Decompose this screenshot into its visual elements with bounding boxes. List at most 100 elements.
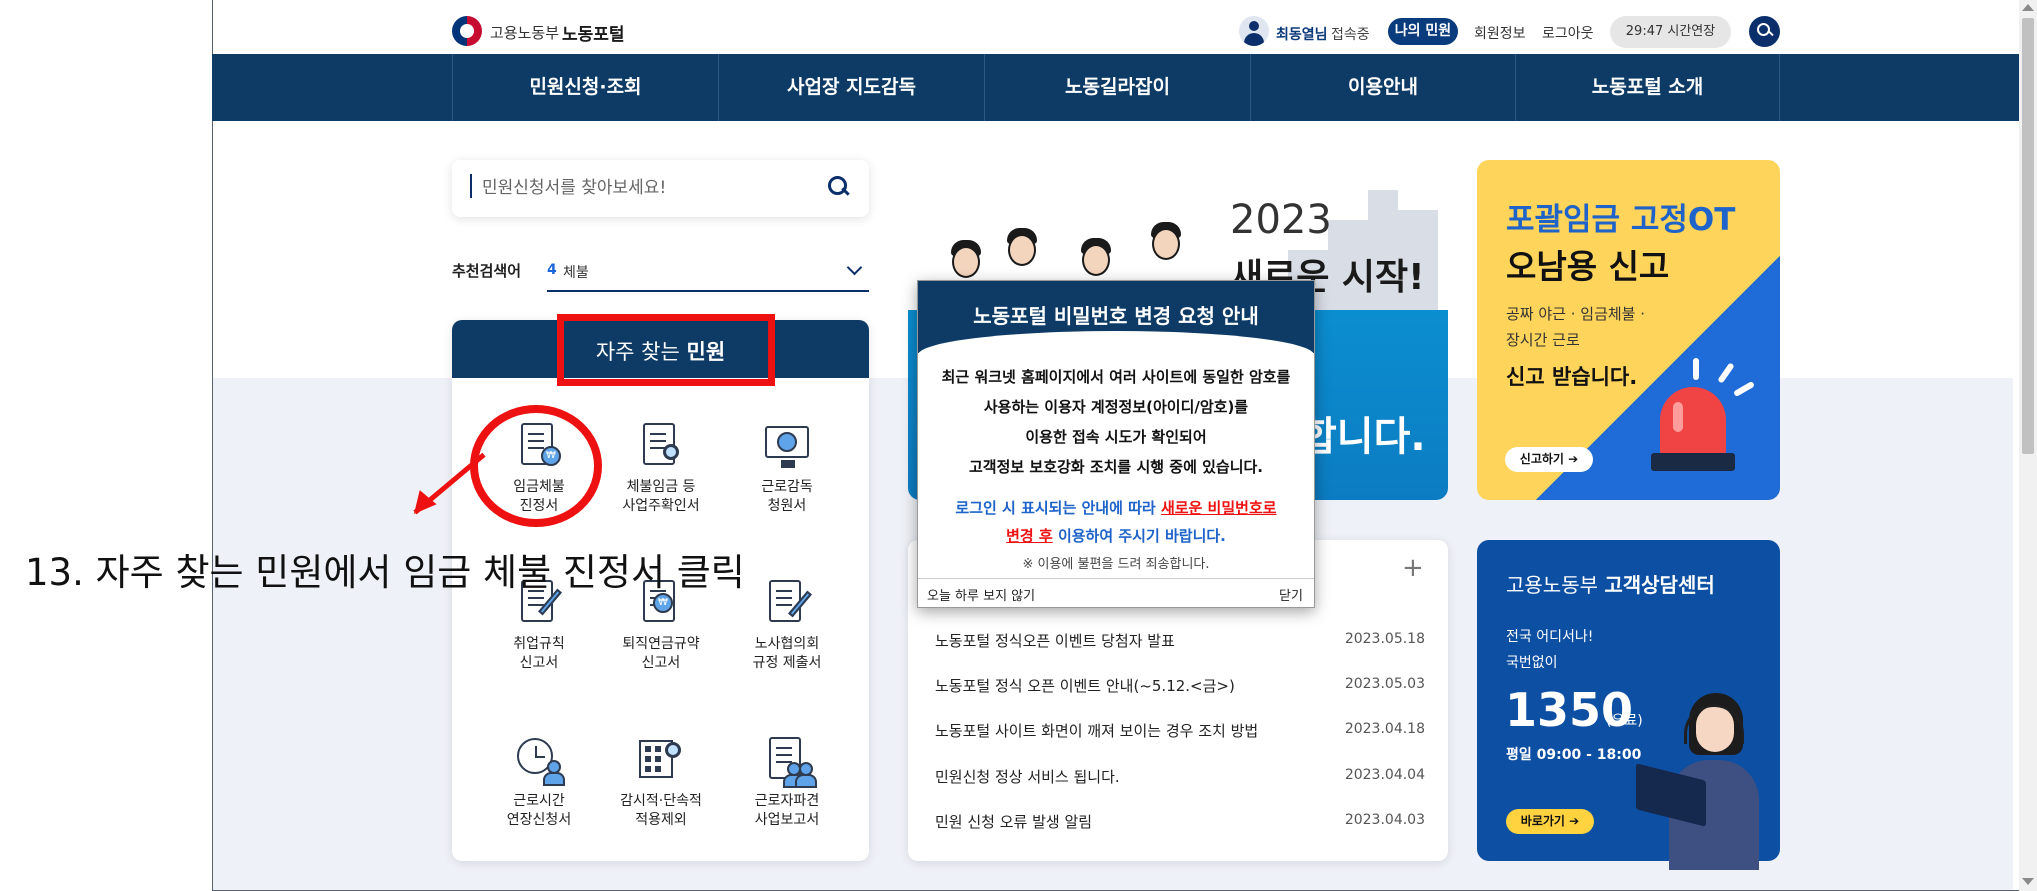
popup-close-button[interactable]: 닫기 (1279, 585, 1303, 604)
notice-row[interactable]: 노동포털 정식오픈 이벤트 당첨자 발표 2023.05.18 (935, 630, 1425, 654)
call-center-title-prefix: 고용노동부 (1506, 573, 1598, 597)
building-search-icon (635, 734, 687, 786)
popup-title: 노동포털 비밀번호 변경 요청 안내 (973, 304, 1259, 328)
clock-person-icon (513, 734, 565, 786)
recommended-keywords-dropdown[interactable] (547, 252, 869, 292)
service-label: 체불임금 등 사업주확인서 (622, 479, 700, 514)
siren-shine (1673, 402, 1683, 432)
header-search-button[interactable] (1749, 16, 1780, 47)
call-center-go-button[interactable]: 바로가기 ➔ (1506, 809, 1594, 834)
scrollbar-thumb[interactable] (2022, 18, 2034, 454)
recommended-keyword-rank: 4 (547, 262, 557, 278)
monitor-icon (761, 420, 813, 472)
call-center-sub1: 전국 어디서나! (1506, 629, 1594, 645)
popup-instruction-emphasis: 새로운 비밀번호로 (1160, 499, 1277, 517)
notice-title[interactable]: 노동포털 정식 오픈 이벤트 안내(~5.12.<금>) (935, 675, 1235, 696)
notice-date: 2023.04.18 (1344, 721, 1425, 737)
call-center-hours: 평일 09:00 - 18:00 (1506, 747, 1642, 763)
service-label: 근로시간 연장신청서 (506, 793, 572, 828)
popup-hide-today-link[interactable]: 오늘 하루 보지 않기 (927, 585, 1035, 604)
notice-title[interactable]: 민원신청 정상 서비스 됩니다. (935, 766, 1120, 787)
ot-banner-cta: 신고 받습니다. (1506, 365, 1638, 389)
logo-portal-name[interactable]: 노동포털 (562, 20, 625, 45)
search-icon (1757, 23, 1773, 39)
service-inspection-petition[interactable]: 근로감독 청원서 (722, 420, 852, 516)
call-center-title: 고용노동부 고객상담센터 (1506, 569, 1715, 598)
popup-instruction-emphasis: 변경 후 (1006, 527, 1053, 545)
service-surveillance-exemption[interactable]: 감시적·단속적 적용제외 (596, 734, 726, 830)
nav-item-usage-guide[interactable]: 이용안내 (1250, 54, 1515, 121)
service-label: 노사협의회 규정 제출서 (752, 636, 822, 671)
text-cursor (470, 174, 472, 198)
petition-search-input[interactable] (482, 176, 802, 200)
service-label: 감시적·단속적 적용제외 (620, 793, 702, 828)
popup-line: 이용한 접속 시도가 확인되어 (1025, 428, 1207, 446)
notice-date: 2023.05.03 (1344, 676, 1425, 692)
figure-head (1152, 228, 1180, 260)
notice-date: 2023.04.03 (1344, 812, 1425, 828)
ot-banner-subtitle: 공짜 야근 · 임금체불 · 장시간 근로 (1506, 305, 1646, 349)
plus-icon[interactable]: + (1402, 553, 1424, 583)
notice-title[interactable]: 노동포털 정식오픈 이벤트 당첨자 발표 (935, 630, 1175, 651)
popup-line: 최근 워크넷 홈페이지에서 여러 사이트에 동일한 암호를 (941, 368, 1291, 386)
figure-head (1008, 234, 1036, 266)
recommended-keyword[interactable]: 체불 (563, 262, 589, 282)
service-dispatch-report[interactable]: 근로자파견 사업보고서 (722, 734, 852, 830)
doc-search-icon (635, 420, 687, 472)
banner-tail-text: 합니다. (1300, 414, 1426, 460)
call-center-title-strong: 고객상담센터 (1604, 573, 1715, 597)
government-emblem-icon[interactable] (452, 16, 482, 46)
logo-ministry-name[interactable]: 고용노동부 (490, 22, 559, 43)
notice-date: 2023.05.18 (1344, 631, 1425, 647)
notice-title[interactable]: 민원 신청 오류 발생 알림 (935, 811, 1092, 832)
search-icon (828, 176, 850, 198)
popup-instruction-text: 이용하여 주시기 바랍니다. (1052, 527, 1226, 545)
service-label: 취업규칙 신고서 (513, 636, 565, 671)
member-info-link[interactable]: 회원정보 (1474, 23, 1526, 43)
recommended-keywords-label: 추천검색어 (452, 262, 522, 280)
call-center-paid-note: (유료) (1606, 713, 1643, 729)
siren-base (1651, 453, 1735, 471)
popup-apology: ※ 이용에 불편을 드려 죄송합니다. (1022, 557, 1210, 572)
ot-report-button[interactable]: 신고하기 ➔ (1505, 447, 1593, 472)
ot-banner-title-strong: 오남용 신고 (1506, 247, 1670, 286)
popup-line: 고객정보 보호강화 조치를 시행 중에 있습니다. (968, 458, 1263, 476)
nav-item-petition[interactable]: 민원신청·조회 (452, 54, 718, 121)
siren-ray (1693, 358, 1699, 380)
notice-row[interactable]: 노동포털 정식 오픈 이벤트 안내(~5.12.<금>) 2023.05.03 (935, 675, 1425, 699)
notice-row[interactable]: 민원 신청 오류 발생 알림 2023.04.03 (935, 811, 1425, 835)
popup-line: 사용하는 이용자 계정정보(아이디/암호)를 (983, 398, 1249, 416)
ot-banner-title: 포괄임금 고정OT (1506, 202, 1736, 238)
call-center-sub2: 국번없이 (1506, 655, 1558, 671)
notice-row[interactable]: 민원신청 정상 서비스 됩니다. 2023.04.04 (935, 766, 1425, 790)
nav-item-about[interactable]: 노동포털 소개 (1515, 54, 1780, 121)
scroll-up-arrow-icon[interactable] (2022, 4, 2034, 11)
annotation-highlight-box (557, 314, 775, 386)
annotation-circle (470, 405, 602, 527)
banner-year: 2023 (1230, 197, 1332, 243)
figure-head (952, 246, 980, 278)
service-employer-confirmation[interactable]: 체불임금 등 사업주확인서 (596, 420, 726, 516)
user-login-status: 접속중 (1331, 27, 1370, 43)
siren-icon (1660, 387, 1726, 455)
user-avatar-icon (1239, 16, 1269, 46)
figure-head (1082, 244, 1110, 276)
petition-search-button[interactable] (826, 174, 854, 202)
service-overtime-extension[interactable]: 근로시간 연장신청서 (474, 734, 604, 830)
popup-instruction: 로그인 시 표시되는 안내에 따라 새로운 비밀번호로 변경 후 이용하여 주시… (918, 494, 1314, 550)
nav-item-inspection[interactable]: 사업장 지도감독 (718, 54, 984, 121)
pen-doc-icon (761, 577, 813, 629)
popup-body: 최근 워크넷 홈페이지에서 여러 사이트에 동일한 암호를 사용하는 이용자 계… (918, 362, 1314, 482)
nav-item-labor-guide[interactable]: 노동길라잡이 (984, 54, 1250, 121)
service-label: 근로자파견 사업보고서 (754, 793, 820, 828)
popup-instruction-text: 로그인 시 표시되는 안내에 따라 (955, 499, 1161, 517)
notice-row[interactable]: 노동포털 사이트 화면이 깨져 보이는 경우 조치 방법 2023.04.18 (935, 720, 1425, 744)
session-extend-button[interactable]: 29:47 시간연장 (1610, 16, 1731, 48)
scroll-down-arrow-icon[interactable] (2022, 878, 2034, 885)
user-name: 최동열님 (1276, 27, 1328, 43)
notice-title[interactable]: 노동포털 사이트 화면이 깨져 보이는 경우 조치 방법 (935, 720, 1258, 741)
logout-link[interactable]: 로그아웃 (1542, 23, 1594, 43)
popup-divider (918, 578, 1314, 579)
my-civil-petition-button[interactable]: 나의 민원 (1388, 18, 1458, 45)
doc-people-icon (761, 734, 817, 788)
